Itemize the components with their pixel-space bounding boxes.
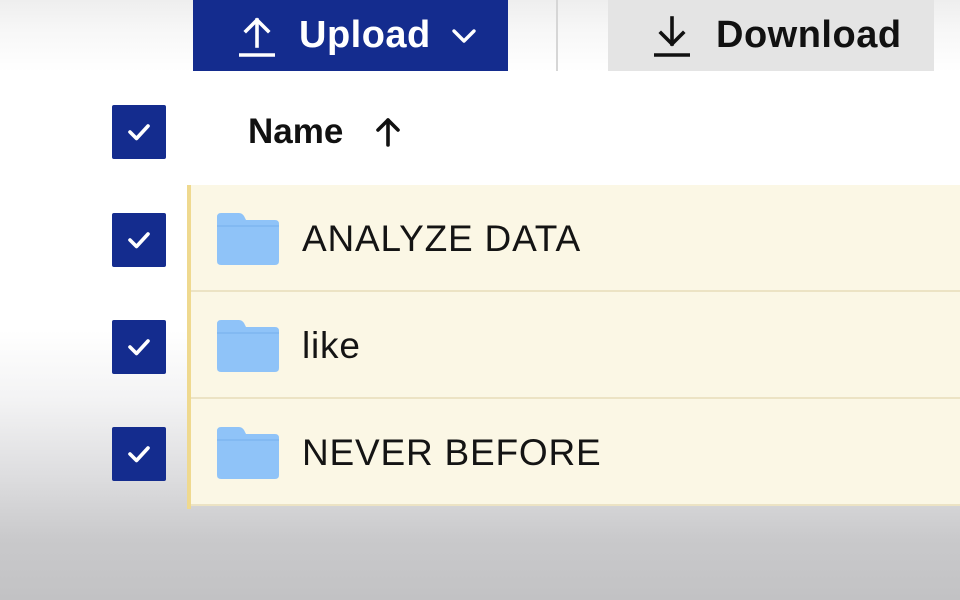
column-header-label: Name bbox=[248, 112, 344, 151]
upload-arrow-icon bbox=[235, 14, 279, 58]
select-all-checkbox[interactable] bbox=[112, 105, 166, 159]
folder-icon bbox=[217, 427, 279, 479]
row-name: ANALYZE DATA bbox=[302, 218, 581, 259]
row-checkbox[interactable] bbox=[112, 213, 166, 267]
download-button-label: Download bbox=[716, 14, 902, 56]
arrow-up-icon[interactable] bbox=[371, 115, 405, 149]
download-arrow-icon bbox=[650, 14, 694, 58]
upload-button-label: Upload bbox=[299, 14, 431, 56]
row-name: NEVER BEFORE bbox=[302, 432, 602, 473]
checkmark-icon bbox=[128, 339, 150, 356]
table-row[interactable]: ANALYZE DATA bbox=[191, 185, 960, 292]
folder-icon bbox=[217, 320, 279, 372]
chevron-down-icon[interactable] bbox=[451, 23, 477, 49]
checkmark-icon bbox=[128, 124, 150, 141]
table-row[interactable]: NEVER BEFORE bbox=[191, 399, 960, 506]
upload-button[interactable]: Upload bbox=[193, 0, 508, 71]
toolbar-divider bbox=[556, 0, 558, 71]
column-header-name[interactable]: Name bbox=[248, 108, 405, 156]
checkmark-icon bbox=[128, 446, 150, 463]
checkmark-icon bbox=[128, 232, 150, 249]
folder-icon bbox=[217, 213, 279, 265]
file-list: ANALYZE DATA like NEVER BEFORE bbox=[187, 185, 960, 509]
table-row[interactable]: like bbox=[191, 292, 960, 399]
toolbar: Upload Download bbox=[0, 0, 960, 72]
row-name: like bbox=[302, 325, 361, 366]
download-button[interactable]: Download bbox=[608, 0, 934, 71]
row-checkbox[interactable] bbox=[112, 320, 166, 374]
row-checkbox[interactable] bbox=[112, 427, 166, 481]
